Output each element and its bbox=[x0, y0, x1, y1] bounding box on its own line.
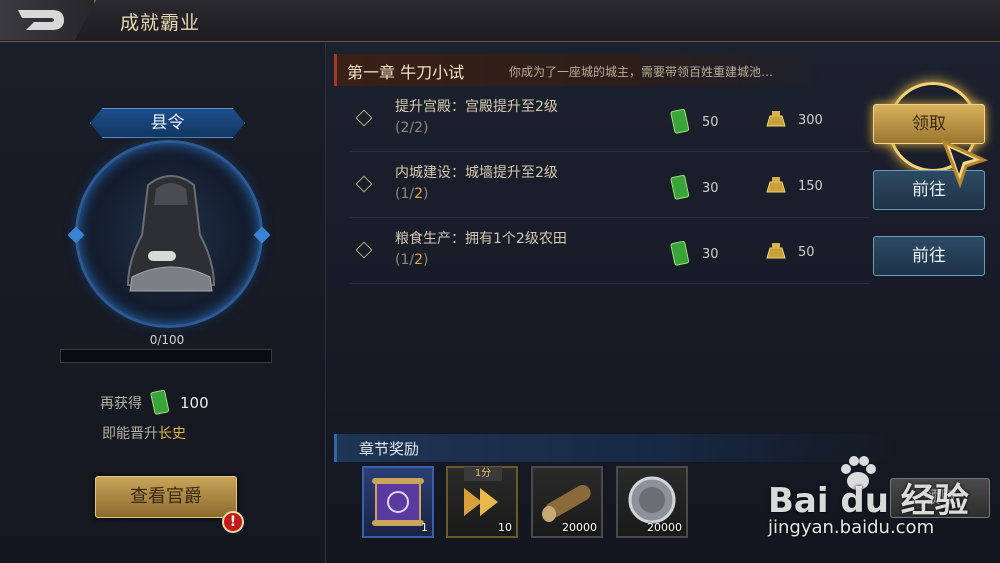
jade-token-icon bbox=[670, 240, 690, 266]
task-name: 提升宫殿：宫殿提升至2级 bbox=[395, 99, 558, 115]
gain-amount: 100 bbox=[180, 394, 209, 412]
task-progress: (1/2) bbox=[395, 252, 428, 268]
goto-button[interactable]: 前往 bbox=[873, 236, 985, 276]
jade-token-icon bbox=[150, 389, 170, 415]
rank-progress-text: 0/100 bbox=[149, 333, 185, 347]
reward-slot-wood[interactable]: 20000 bbox=[531, 466, 603, 538]
back-arrow-icon bbox=[18, 10, 64, 30]
back-button[interactable] bbox=[0, 0, 96, 40]
task-row: 粮食生产：拥有1个2级农田 (1/2) 30 50 bbox=[350, 222, 870, 284]
gold-ingot-icon bbox=[766, 177, 786, 193]
alert-badge: ! bbox=[222, 511, 244, 533]
gold-ingot-icon bbox=[766, 243, 786, 259]
reward-slot-silver[interactable]: 20000 bbox=[616, 466, 688, 538]
chapter-description: 你成为了一座城的城主，需要带领百姓重建城池… bbox=[509, 65, 774, 79]
gold-reward: 50 bbox=[764, 240, 815, 264]
view-rank-button[interactable]: 查看官爵 bbox=[95, 476, 237, 518]
reward-quantity: 10 bbox=[498, 521, 512, 534]
page-title: 成就霸业 bbox=[120, 12, 201, 34]
jade-amount: 30 bbox=[702, 246, 719, 262]
current-rank-banner: 县令 bbox=[90, 108, 245, 138]
jade-amount: 30 bbox=[702, 180, 719, 196]
task-progress-current: 1/ bbox=[400, 252, 415, 268]
reward-quantity: 20000 bbox=[562, 521, 597, 534]
speedup-duration-tag: 1分 bbox=[464, 467, 502, 481]
reward-quantity: 1 bbox=[421, 521, 428, 534]
task-progress-current: 1/ bbox=[400, 186, 415, 202]
gold-ingot-icon bbox=[766, 111, 786, 127]
chapter-title: 第一章 牛刀小试 bbox=[347, 63, 465, 82]
gold-reward: 150 bbox=[764, 174, 823, 198]
jade-reward: 30 bbox=[670, 240, 719, 268]
chapter-header: 第一章 牛刀小试 你成为了一座城的城主，需要带领百姓重建城池… bbox=[334, 54, 834, 86]
gain-label: 再获得 bbox=[100, 396, 142, 412]
top-bar: 成就霸业 bbox=[0, 0, 1000, 42]
task-row: 内城建设：城墙提升至2级 (1/2) 30 150 bbox=[350, 156, 870, 218]
reward-slot-scroll[interactable]: 1 bbox=[362, 466, 434, 538]
watermark-main: Bai du 经验 bbox=[768, 481, 969, 521]
chapter-rewards-title: 章节奖励 bbox=[359, 440, 420, 458]
diamond-bullet-icon bbox=[355, 241, 373, 259]
watermark-url: jingyan.baidu.com bbox=[768, 517, 935, 538]
task-progress-current: 2/2 bbox=[400, 120, 423, 136]
baidu-watermark: Bai du 经验 jingyan.baidu.com bbox=[768, 455, 998, 555]
task-progress-close: ) bbox=[423, 120, 429, 136]
promote-label: 即能晋升 bbox=[102, 426, 158, 442]
jade-reward: 30 bbox=[670, 174, 719, 202]
task-progress-total: 2 bbox=[414, 186, 424, 202]
rank-panel: 县令 0/100 再获得 100 即能晋升长史 查看官爵 ! bbox=[0, 43, 326, 563]
rank-emblem bbox=[75, 140, 263, 328]
task-name: 粮食生产：拥有1个2级农田 bbox=[395, 231, 567, 247]
pointer-cursor-icon bbox=[941, 139, 989, 188]
jade-reward: 50 bbox=[670, 108, 719, 136]
gold-amount: 300 bbox=[798, 112, 823, 128]
promote-line: 即能晋升长史 bbox=[102, 423, 186, 443]
next-rank: 长史 bbox=[158, 426, 186, 442]
task-progress-close: ) bbox=[423, 252, 429, 268]
gold-reward: 300 bbox=[764, 108, 823, 132]
task-progress: (2/2) bbox=[395, 120, 428, 136]
jade-amount: 50 bbox=[702, 114, 719, 130]
task-progress-close: ) bbox=[423, 186, 429, 202]
gold-amount: 150 bbox=[798, 178, 823, 194]
task-progress-total: 2 bbox=[414, 252, 424, 268]
task-name: 内城建设：城墙提升至2级 bbox=[395, 165, 558, 181]
jade-token-icon bbox=[670, 174, 690, 200]
task-row: 提升宫殿：宫殿提升至2级 (2/2) 50 300 bbox=[350, 90, 870, 152]
task-progress: (1/2) bbox=[395, 186, 428, 202]
gold-amount: 50 bbox=[798, 244, 815, 260]
gain-line: 再获得 100 bbox=[100, 389, 209, 417]
jade-token-icon bbox=[670, 108, 690, 134]
diamond-bullet-icon bbox=[355, 175, 373, 193]
diamond-bullet-icon bbox=[355, 109, 373, 127]
reward-quantity: 20000 bbox=[647, 521, 682, 534]
rank-progress-bar bbox=[60, 349, 272, 363]
official-hat-icon bbox=[126, 175, 216, 292]
reward-slot-speedup[interactable]: 1分 10 bbox=[446, 466, 518, 538]
